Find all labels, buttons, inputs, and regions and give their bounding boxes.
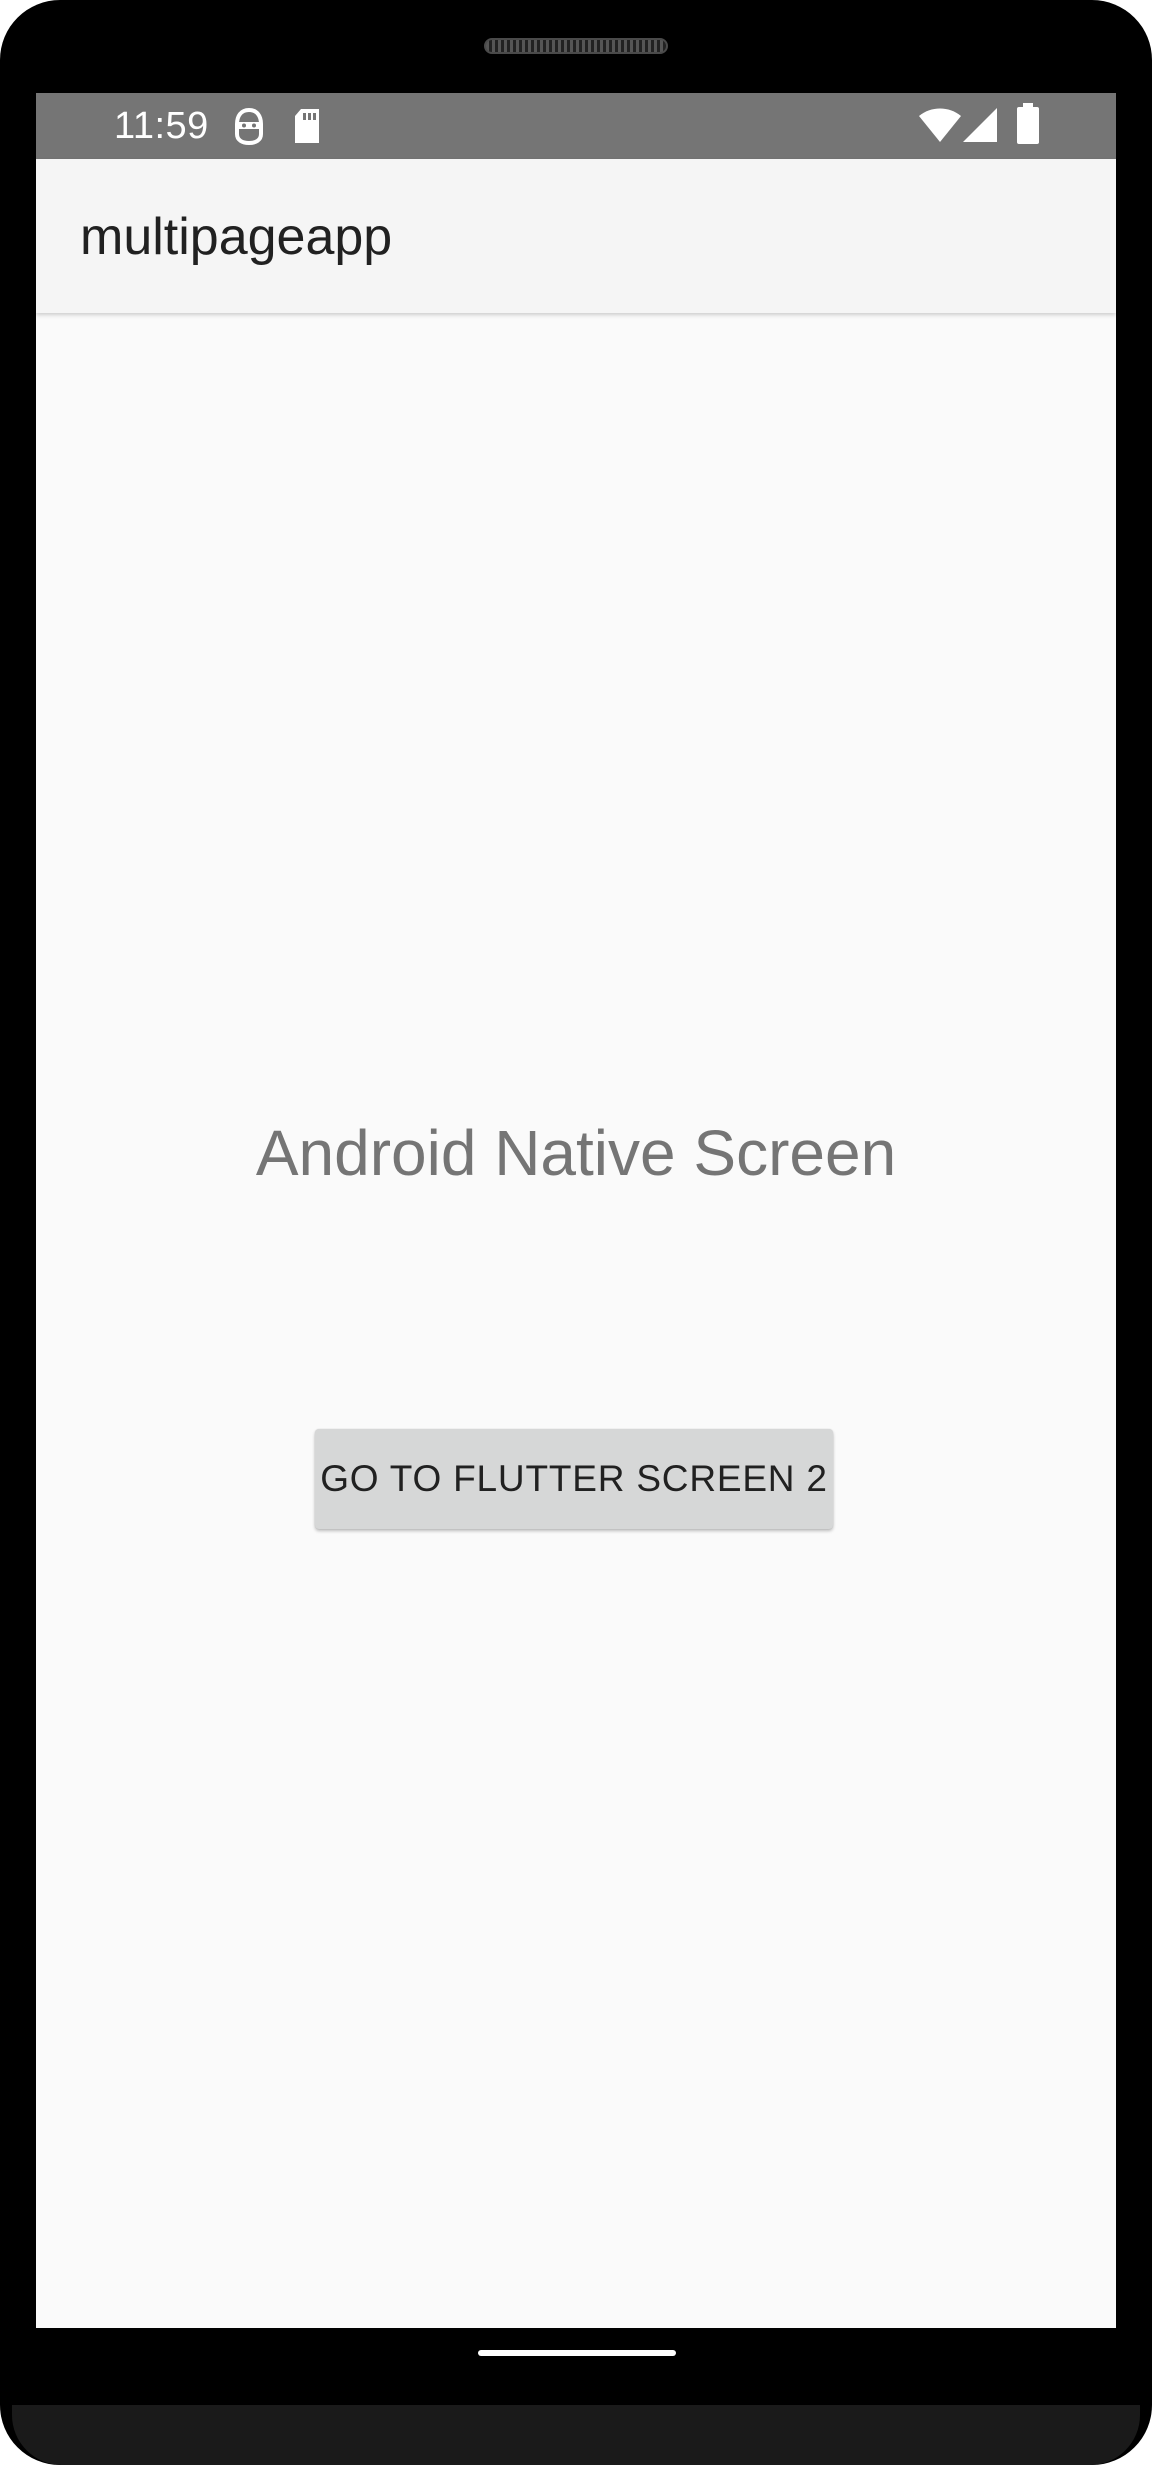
device-bottom-bezel: [12, 2405, 1140, 2465]
wifi-icon: [919, 108, 961, 142]
gesture-navigation-bar[interactable]: [478, 2350, 676, 2356]
status-bar: 11:59: [36, 93, 1116, 159]
app-title: multipageapp: [80, 208, 393, 266]
screen-headline: Android Native Screen: [255, 1117, 897, 1189]
battery-icon: [1017, 103, 1039, 144]
cell-signal-icon: [963, 108, 997, 142]
button-label: GO TO FLUTTER SCREEN 2: [320, 1458, 828, 1499]
screen: 11:59 multipageapp Android Native Screen…: [36, 93, 1116, 2328]
earpiece-speaker: [484, 38, 668, 54]
sd-card-icon: [295, 109, 319, 143]
ninja-icon: [235, 107, 263, 145]
device-frame: 11:59 multipageapp Android Native Screen…: [0, 0, 1152, 2465]
go-to-flutter-screen-2-button[interactable]: GO TO FLUTTER SCREEN 2: [315, 1429, 833, 1529]
app-bar: multipageapp: [36, 159, 1116, 313]
status-time: 11:59: [114, 105, 209, 147]
